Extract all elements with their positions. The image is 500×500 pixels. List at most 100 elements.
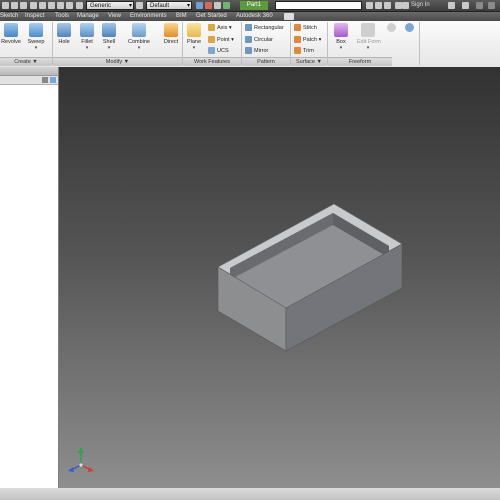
search-options-icon[interactable] <box>375 2 382 9</box>
direct-icon <box>164 23 178 37</box>
ucs-button[interactable]: UCS <box>208 46 229 56</box>
open-icon[interactable] <box>20 2 27 9</box>
redo-icon[interactable] <box>57 2 64 9</box>
stitch-button[interactable]: Stitch <box>294 23 317 33</box>
chevron-down-icon: ▾ <box>137 45 141 51</box>
direct-button[interactable]: Direct <box>160 23 182 45</box>
filter-icon[interactable] <box>42 77 48 83</box>
modify-panel-label: Modify <box>105 59 123 65</box>
sweep-button[interactable]: Sweep ▾ <box>25 23 47 51</box>
plane-button[interactable]: Plane ▾ <box>184 23 204 51</box>
revolve-label: Revolve <box>1 39 21 45</box>
exchange-icon[interactable] <box>448 2 455 9</box>
mirror-label: Mirror <box>254 48 269 54</box>
chevron-down-icon: ▾ <box>107 45 111 51</box>
revolve-icon <box>4 23 18 37</box>
work-features-panel-label: Work Features <box>194 59 230 65</box>
search-input[interactable] <box>275 1 362 10</box>
direct-label: Direct <box>163 39 179 45</box>
new-icon[interactable] <box>11 2 18 9</box>
close-icon[interactable] <box>488 2 495 9</box>
freeform-panel-label: Freeform <box>348 59 372 65</box>
surface-panel-label: Surface <box>296 59 315 65</box>
appearance-icon <box>136 2 143 9</box>
trim-button[interactable]: Trim <box>294 46 314 56</box>
freeform-panel-title: Freeform <box>328 57 392 66</box>
fillet-icon <box>80 23 94 37</box>
freeform-extra-button[interactable] <box>385 23 397 32</box>
point-button[interactable]: Point ▾ <box>208 35 234 45</box>
shell-icon <box>102 23 116 37</box>
clear-appearance-icon[interactable] <box>205 2 212 9</box>
mirror-button[interactable]: Mirror <box>245 46 268 56</box>
update-icon[interactable] <box>196 2 203 9</box>
appearance-value: Default <box>150 3 170 9</box>
home-icon[interactable] <box>30 2 37 9</box>
browser-header <box>0 67 58 76</box>
browser-search-icon[interactable] <box>50 77 56 83</box>
panel-arrow-icon: ▼ <box>316 59 322 65</box>
tab-bim[interactable]: BIM <box>176 12 187 21</box>
minimize-icon[interactable] <box>476 2 483 9</box>
combine-button[interactable]: Combine ▾ <box>124 23 154 51</box>
chevron-down-icon: ▾ <box>366 45 370 51</box>
favorites-icon[interactable] <box>395 2 402 9</box>
hole-icon <box>57 23 71 37</box>
mirror-icon <box>245 47 252 55</box>
hole-label: Hole <box>58 39 70 45</box>
tab-autodesk-360[interactable]: Autodesk 360 <box>236 12 273 21</box>
sweep-icon <box>29 23 43 37</box>
modify-panel-title[interactable]: Modify ▼ <box>53 57 182 66</box>
material-dropdown[interactable]: Generic ▾ <box>86 1 134 10</box>
tab-get-started[interactable]: Get Started <box>196 12 227 21</box>
surface-panel-title[interactable]: Surface ▼ <box>291 57 327 66</box>
pattern-panel-label: Pattern <box>257 59 275 65</box>
sign-in-link[interactable]: Sign In <box>411 0 430 11</box>
binoculars-icon[interactable] <box>366 2 373 9</box>
appearance-dropdown[interactable]: Default ▾ <box>146 1 192 10</box>
box-button[interactable]: Box ▾ <box>331 23 351 51</box>
shell-button[interactable]: Shell ▾ <box>100 23 118 51</box>
freeform-extra-icon <box>386 23 396 32</box>
document-tab[interactable]: Part1 <box>240 1 268 10</box>
pattern-panel-title: Pattern <box>242 57 290 66</box>
tab-overflow-icon[interactable] <box>284 13 294 20</box>
graphics-viewport[interactable] <box>59 67 500 488</box>
user-icon[interactable] <box>402 2 409 9</box>
communication-icon[interactable] <box>384 2 391 9</box>
axis-button[interactable]: Axis ▾ <box>208 23 232 33</box>
chevron-down-icon: ▾ <box>318 37 322 43</box>
chevron-down-icon: ▾ <box>228 25 232 31</box>
rectangular-pattern-button[interactable]: Rectangular <box>245 23 284 33</box>
tab-manage[interactable]: Manage <box>77 12 99 21</box>
patch-button[interactable]: Patch ▾ <box>294 35 321 45</box>
return-icon[interactable] <box>223 2 230 9</box>
trim-label: Trim <box>303 48 314 54</box>
freeform-options-button[interactable] <box>401 23 417 32</box>
select-icon[interactable] <box>66 2 73 9</box>
circular-pattern-icon <box>245 36 252 44</box>
model-browser[interactable] <box>0 67 59 488</box>
stitch-icon <box>294 24 301 32</box>
circular-pattern-button[interactable]: Circular <box>245 35 273 45</box>
edit-form-button[interactable]: Edit Form ▾ <box>357 23 381 51</box>
tab-sketch[interactable]: Sketch <box>0 12 18 21</box>
undo-icon[interactable] <box>48 2 55 9</box>
adjust-icon[interactable] <box>214 2 221 9</box>
freeform-box-icon <box>334 23 348 37</box>
help-icon[interactable] <box>462 2 469 9</box>
tab-inspect[interactable]: Inspect <box>25 12 44 21</box>
panel-arrow-icon: ▼ <box>32 59 38 65</box>
create-panel-title[interactable]: Create ▼ <box>0 57 52 66</box>
patch-label: Patch <box>303 37 318 43</box>
revolve-button[interactable]: Revolve <box>0 23 22 45</box>
hole-button[interactable]: Hole <box>55 23 73 45</box>
tab-environments[interactable]: Environments <box>130 12 167 21</box>
save-icon[interactable] <box>39 2 46 9</box>
app-menu-icon[interactable] <box>2 2 9 9</box>
tab-tools[interactable]: Tools <box>55 12 69 21</box>
fillet-button[interactable]: Fillet ▾ <box>77 23 97 51</box>
tab-view[interactable]: View <box>108 12 121 21</box>
axis-label: Axis <box>217 25 228 31</box>
ucs-icon <box>208 47 215 55</box>
